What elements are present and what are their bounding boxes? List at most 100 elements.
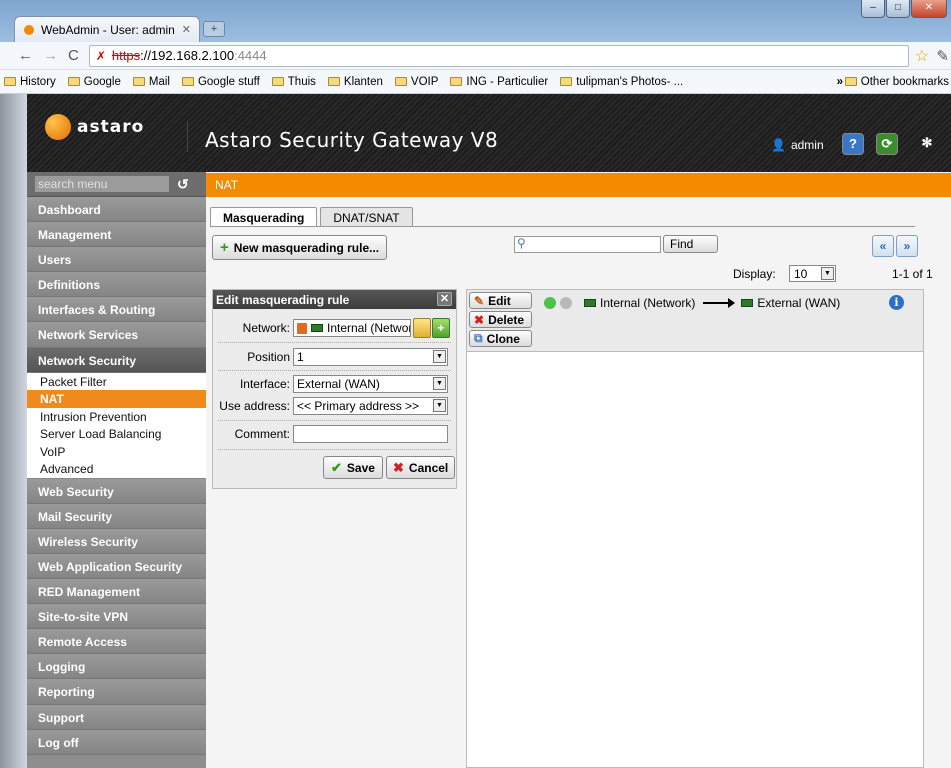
tab-dnat-snat[interactable]: DNAT/SNAT	[320, 207, 413, 227]
sidebar-item-remote-access[interactable]: Remote Access	[27, 629, 206, 655]
sidebar-item-red-management[interactable]: RED Management	[27, 579, 206, 605]
bookmark-tulipman-s-photos[interactable]: tulipman's Photos- ...	[560, 76, 683, 88]
find-button[interactable]: Find	[663, 235, 718, 253]
browser-tab[interactable]: WebAdmin - User: admin... ✕	[14, 16, 200, 42]
search-menu-input[interactable]	[35, 176, 169, 192]
folder-icon[interactable]	[413, 318, 431, 338]
plus-icon: +	[220, 239, 229, 256]
new-masquerading-rule-button[interactable]: + New masquerading rule...	[212, 235, 388, 260]
bookmark-history[interactable]: History	[4, 76, 56, 88]
previous-page-icon[interactable]: «	[872, 235, 894, 257]
window-controls: – □ ✕	[861, 0, 947, 18]
reload-icon[interactable]: C	[68, 47, 79, 64]
close-panel-icon[interactable]: ✕	[437, 292, 452, 306]
bookmark-google[interactable]: Google	[67, 76, 121, 88]
sidebar-item-wireless-security[interactable]: Wireless Security	[27, 528, 206, 554]
bookmark-klanten[interactable]: Klanten	[327, 76, 383, 88]
interface-select[interactable]: External (WAN) ▼	[293, 375, 448, 393]
edit-button[interactable]: ✎ Edit	[469, 292, 532, 309]
address-bar[interactable]: ✗ https://192.168.2.100:4444	[88, 44, 909, 67]
back-icon[interactable]: ←	[18, 47, 33, 64]
network-field[interactable]: Internal (Network)	[293, 319, 411, 337]
bookmark-label: VOIP	[410, 75, 439, 88]
sidebar-item-dashboard[interactable]: Dashboard	[27, 197, 206, 223]
user-menu[interactable]: 👤 admin	[771, 138, 824, 152]
divider	[218, 420, 451, 421]
sidebar-item-support[interactable]: Support	[27, 704, 206, 730]
interface-label: Interface:	[239, 377, 290, 391]
info-icon[interactable]: i	[889, 295, 904, 310]
sidebar-item-definitions[interactable]: Definitions	[27, 272, 206, 298]
comment-row: Comment:	[213, 424, 456, 444]
edit-panel-title: Edit masquerading rule	[216, 293, 350, 307]
maximize-icon[interactable]: □	[886, 0, 910, 18]
comment-field[interactable]	[293, 425, 448, 443]
reload-page-button[interactable]: ⟳	[876, 133, 898, 155]
sidebar-item-reporting[interactable]: Reporting	[27, 679, 206, 705]
folder-icon	[67, 77, 80, 86]
product-title: Astaro Security Gateway V8	[205, 128, 499, 152]
delete-label: Delete	[488, 312, 525, 327]
bookmark-label: tulipman's Photos- ...	[576, 75, 684, 88]
close-window-icon[interactable]: ✕	[911, 0, 947, 18]
sidebar-item-network-security[interactable]: Network Security	[27, 347, 206, 373]
help-button[interactable]: ?	[842, 133, 864, 155]
rule-source: Internal (Network)	[600, 296, 696, 310]
position-select[interactable]: 1 ▼	[293, 348, 448, 366]
wrench-icon[interactable]: ✎	[936, 47, 949, 65]
sidebar-item-logging[interactable]: Logging	[27, 654, 206, 680]
filter-input[interactable]: ⚲	[514, 236, 661, 253]
close-tab-icon[interactable]: ✕	[182, 23, 191, 36]
cancel-label: Cancel	[408, 460, 449, 475]
more-bookmarks-button[interactable]: »	[837, 76, 843, 88]
sidebar-subitem-intrusion-prevention[interactable]: Intrusion Prevention	[27, 408, 206, 426]
save-button[interactable]: ✔ Save	[323, 456, 383, 479]
delete-button[interactable]: ✖ Delete	[469, 311, 532, 328]
network-row: Network: Internal (Network) +	[213, 318, 456, 338]
next-page-icon[interactable]: »	[896, 235, 918, 257]
nat-tabs: Masquerading DNAT/SNAT	[210, 207, 413, 227]
delete-object-icon[interactable]	[297, 322, 307, 334]
other-bookmarks-label: Other bookmarks	[860, 75, 949, 88]
bookmark-label: Thuis	[287, 75, 316, 88]
sidebar-subitem-packet-filter[interactable]: Packet Filter	[27, 373, 206, 391]
sidebar-item-mail-security[interactable]: Mail Security	[27, 503, 206, 529]
url-port: :4444	[234, 48, 267, 63]
sidebar-subitem-nat[interactable]: NAT	[27, 390, 206, 408]
sidebar-item-site-to-site-vpn[interactable]: Site-to-site VPN	[27, 604, 206, 630]
url-scheme: https	[111, 48, 141, 63]
bookmark-ing-particulier[interactable]: ING - Particulier	[450, 76, 548, 88]
network-icon	[741, 299, 754, 307]
chevron-down-icon: ▼	[433, 350, 446, 363]
insecure-lock-icon: ✗	[95, 48, 106, 63]
use-address-select[interactable]: << Primary address >> ▼	[293, 397, 448, 415]
sidebar-item-users[interactable]: Users	[27, 247, 206, 273]
sidebar-item-interfaces-routing[interactable]: Interfaces & Routing	[27, 297, 206, 323]
clone-button[interactable]: ⧉ Clone	[469, 330, 532, 347]
rule-enabled-toggle[interactable]	[544, 297, 556, 309]
cancel-button[interactable]: ✖ Cancel	[386, 456, 456, 479]
new-tab-button[interactable]: +	[203, 21, 225, 37]
other-bookmarks[interactable]: Other bookmarks	[844, 75, 949, 88]
minimize-icon[interactable]: –	[861, 0, 885, 18]
bookmark-mail[interactable]: Mail	[132, 76, 170, 88]
sidebar-item-web-security[interactable]: Web Security	[27, 478, 206, 504]
folder-icon	[327, 77, 340, 86]
bookmark-thuis[interactable]: Thuis	[271, 75, 316, 88]
sidebar-item-web-application-security[interactable]: Web Application Security	[27, 553, 206, 580]
add-network-icon[interactable]: +	[432, 318, 450, 338]
sidebar-subitem-voip[interactable]: VoIP	[27, 443, 206, 461]
bookmark-star-icon[interactable]: ☆	[915, 46, 929, 66]
reset-search-icon[interactable]: ↺	[177, 176, 189, 193]
bookmark-google-stuff[interactable]: Google stuff	[181, 76, 260, 88]
forward-icon[interactable]: →	[43, 47, 58, 64]
display-count-select[interactable]: 10 ▼	[789, 265, 836, 282]
sidebar-item-network-services[interactable]: Network Services	[27, 322, 206, 348]
sidebar-subitem-advanced[interactable]: Advanced	[27, 460, 206, 478]
display-count-value: 10	[794, 267, 808, 281]
sidebar-subitem-server-load-balancing[interactable]: Server Load Balancing	[27, 425, 206, 443]
sidebar-item-log-off[interactable]: Log off	[27, 729, 206, 755]
sidebar-item-management[interactable]: Management	[27, 222, 206, 248]
tab-masquerading[interactable]: Masquerading	[210, 207, 318, 227]
bookmark-voip[interactable]: VOIP	[394, 75, 439, 88]
